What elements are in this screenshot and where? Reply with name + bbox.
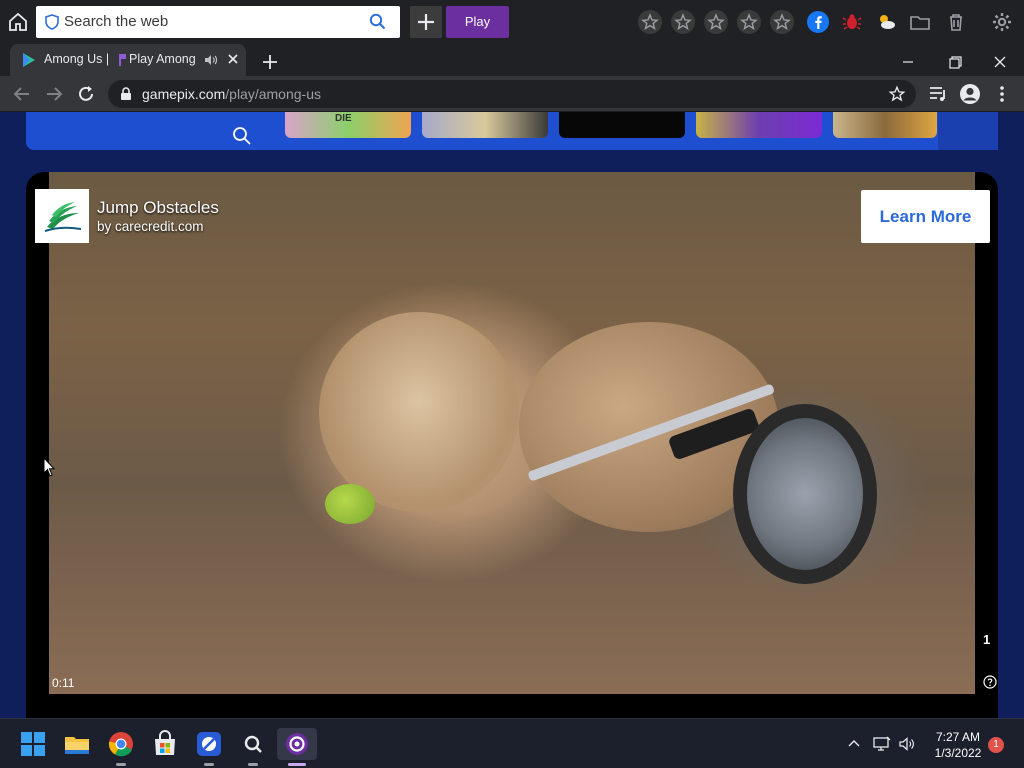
media-queue-icon[interactable] bbox=[926, 82, 950, 106]
favorite-star-icon[interactable] bbox=[704, 10, 728, 34]
network-icon[interactable] bbox=[873, 736, 891, 757]
browser-toolbar: Search the web Play bbox=[0, 0, 1024, 44]
file-explorer-icon[interactable] bbox=[61, 728, 93, 760]
bug-icon[interactable] bbox=[840, 10, 864, 34]
gear-icon[interactable] bbox=[990, 10, 1014, 34]
game-thumbnail-label: DIE bbox=[335, 113, 352, 124]
game-search-icon[interactable] bbox=[232, 126, 252, 151]
favorite-star-icon[interactable] bbox=[671, 10, 695, 34]
browser-app-icon[interactable] bbox=[277, 728, 317, 760]
menu-kebab-icon[interactable] bbox=[990, 82, 1014, 106]
url-host: gamepix.com bbox=[142, 86, 226, 102]
clock-date[interactable]: 1/3/2022 bbox=[930, 746, 986, 760]
tab-strip: Among Us | Play Among Us bbox=[0, 44, 1024, 76]
tab-among-us[interactable]: Among Us | Play Among Us bbox=[10, 44, 246, 76]
favorite-star-icon[interactable] bbox=[638, 10, 662, 34]
weather-icon[interactable] bbox=[874, 10, 898, 34]
notification-badge[interactable]: 1 bbox=[988, 737, 1004, 753]
url-text: gamepix.com/play/among-us bbox=[142, 86, 321, 102]
app-icon[interactable] bbox=[193, 728, 225, 760]
game-thumbnail[interactable]: DIE bbox=[285, 112, 411, 138]
shield-icon bbox=[45, 14, 59, 35]
gamepix-favicon-icon bbox=[118, 53, 127, 72]
trash-icon[interactable] bbox=[944, 10, 968, 34]
chevron-up-icon[interactable] bbox=[846, 736, 862, 757]
advertiser-logo[interactable] bbox=[35, 189, 89, 243]
help-icon[interactable] bbox=[983, 675, 997, 694]
game-thumbnail[interactable] bbox=[422, 112, 548, 138]
active-indicator bbox=[288, 763, 306, 766]
reload-icon[interactable] bbox=[74, 82, 98, 106]
home-icon[interactable] bbox=[6, 10, 30, 34]
game-thumbnail[interactable] bbox=[559, 112, 685, 138]
close-window-icon[interactable] bbox=[982, 50, 1018, 74]
tennis-ball-shape bbox=[325, 484, 375, 524]
learn-more-button[interactable]: Learn More bbox=[861, 190, 990, 243]
bookmark-star-icon[interactable] bbox=[888, 85, 906, 108]
favorite-star-icon[interactable] bbox=[770, 10, 794, 34]
restore-icon[interactable] bbox=[936, 50, 972, 74]
search-app-icon[interactable] bbox=[237, 728, 269, 760]
start-menu-icon[interactable] bbox=[17, 728, 49, 760]
tab-title: Among Us | bbox=[44, 52, 110, 66]
play-store-favicon-icon bbox=[22, 52, 36, 73]
ad-time: 0:11 bbox=[52, 676, 75, 690]
wheel-shape bbox=[733, 404, 877, 584]
video-ad[interactable]: Jump Obstacles by carecredit.com Learn M… bbox=[26, 172, 998, 718]
folder-icon[interactable] bbox=[908, 10, 932, 34]
clock-time[interactable]: 7:27 AM bbox=[934, 730, 982, 744]
minimize-icon[interactable] bbox=[890, 50, 926, 74]
favorite-star-icon[interactable] bbox=[737, 10, 761, 34]
profile-icon[interactable] bbox=[958, 82, 982, 106]
taskbar: 7:27 AM 1/3/2022 1 bbox=[0, 718, 1024, 768]
dog-head-shape bbox=[319, 312, 519, 512]
game-thumbnail[interactable] bbox=[696, 112, 822, 138]
running-indicator bbox=[248, 763, 258, 766]
ad-advertiser: by carecredit.com bbox=[97, 219, 204, 234]
address-row: gamepix.com/play/among-us bbox=[0, 76, 1024, 112]
web-page: DIE Jump Obstacles by carecredit.com Lea… bbox=[0, 112, 1024, 718]
chrome-icon[interactable] bbox=[105, 728, 137, 760]
running-indicator bbox=[204, 763, 214, 766]
lock-icon[interactable] bbox=[120, 87, 132, 106]
web-search-placeholder: Search the web bbox=[64, 13, 169, 30]
web-search-box[interactable]: Search the web bbox=[36, 6, 400, 38]
game-thumbnail[interactable] bbox=[833, 112, 937, 138]
facebook-icon[interactable] bbox=[806, 10, 830, 34]
add-button[interactable] bbox=[410, 6, 442, 38]
ad-index: 1 bbox=[983, 632, 991, 647]
address-bar[interactable]: gamepix.com/play/among-us bbox=[108, 80, 916, 108]
game-strip: DIE bbox=[26, 112, 998, 150]
mouse-cursor-icon bbox=[43, 456, 56, 482]
speaker-icon[interactable] bbox=[204, 53, 218, 72]
new-tab-icon[interactable] bbox=[258, 50, 282, 74]
close-tab-icon[interactable] bbox=[226, 52, 240, 71]
game-strip-end bbox=[938, 112, 998, 150]
running-indicator bbox=[116, 763, 126, 766]
ad-video-frame[interactable] bbox=[49, 172, 975, 694]
forward-icon[interactable] bbox=[42, 82, 66, 106]
url-path: /play/among-us bbox=[225, 86, 321, 102]
ad-title: Jump Obstacles bbox=[97, 198, 219, 217]
play-button[interactable]: Play bbox=[446, 6, 509, 38]
store-icon[interactable] bbox=[149, 728, 181, 760]
tab-title: Play Among Us bbox=[129, 52, 195, 66]
volume-icon[interactable] bbox=[898, 736, 916, 757]
search-icon[interactable] bbox=[369, 13, 386, 35]
back-icon[interactable] bbox=[10, 82, 34, 106]
